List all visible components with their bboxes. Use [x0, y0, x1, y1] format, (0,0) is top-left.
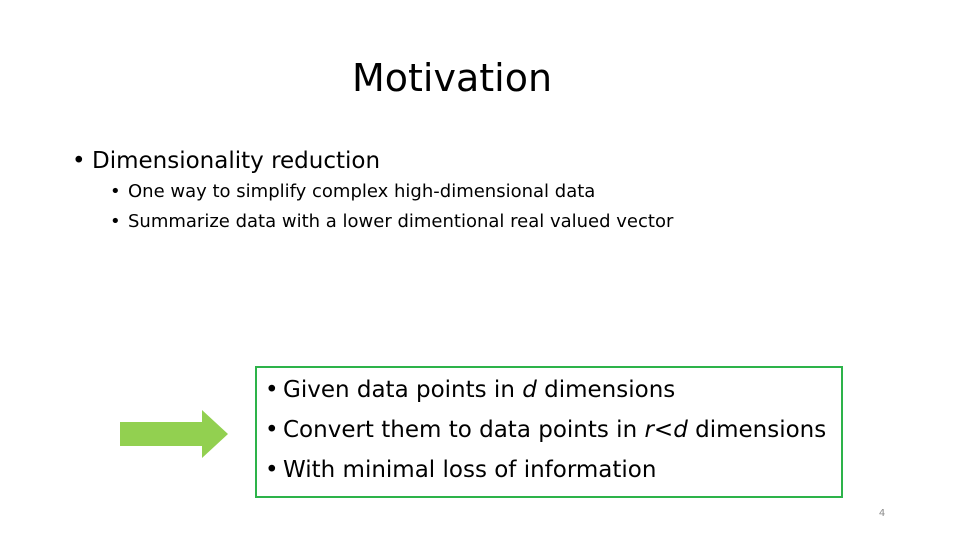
summary-item: • Convert them to data points in r<d dime… [265, 410, 826, 450]
page-number: 4 [878, 508, 886, 519]
slide: Motivation • Dimensionality reduction • On… [0, 0, 960, 540]
bullet-marker: • [110, 181, 121, 202]
sub-bullet-list: • One way to simplify complex high-dimens… [72, 177, 673, 237]
summary-item-text-end: dimensions [536, 377, 676, 403]
bullet-marker: • [265, 457, 279, 483]
summary-box: • Given data points in d dimensions • Conv… [255, 366, 843, 498]
bullet-marker: • [110, 211, 121, 232]
main-bullet-text: Dimensionality reduction [92, 148, 381, 174]
main-bullet: • Dimensionality reduction [72, 145, 673, 177]
summary-item-text: Convert them to data points in [283, 417, 645, 443]
summary-item: • Given data points in d dimensions [265, 370, 826, 410]
bullet-list: • Dimensionality reduction • One way to si… [72, 145, 673, 237]
sub-bullet-group: • One way to simplify complex high-dimens… [72, 177, 673, 237]
summary-item-text-end: dimensions [687, 417, 827, 443]
bullet-marker: • [72, 148, 86, 174]
sub-bullet: • One way to simplify complex high-dimens… [110, 177, 673, 207]
sub-bullet: • Summarize data with a lower dimentional… [110, 207, 673, 237]
summary-item-text: With minimal loss of information [283, 457, 657, 483]
sub-bullet-text: Summarize data with a lower dimentional … [128, 211, 674, 232]
arrow-shape [120, 410, 228, 458]
summary-item-variable: d [522, 377, 537, 403]
summary-list: • Given data points in d dimensions • Conv… [265, 370, 826, 490]
bullet-marker: • [265, 377, 279, 403]
summary-item-variable: r<d [644, 417, 688, 443]
sub-bullet-text: One way to simplify complex high-dimensi… [128, 181, 596, 202]
summary-item-text: Given data points in [283, 377, 523, 403]
bullet-marker: • [265, 417, 279, 443]
slide-title: Motivation [351, 56, 553, 100]
summary-item: • With minimal loss of information [265, 450, 826, 490]
right-arrow-icon [120, 410, 228, 458]
